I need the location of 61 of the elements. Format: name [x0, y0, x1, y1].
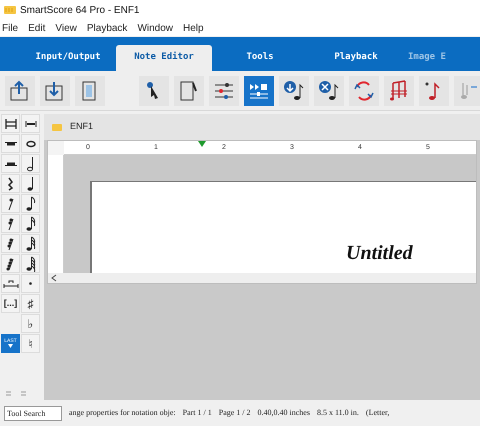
swap-arrows-icon	[352, 78, 376, 102]
palette-button[interactable]	[21, 194, 40, 213]
whole-rest-icon	[4, 142, 16, 146]
palette-button[interactable]	[1, 234, 20, 253]
note-delete-icon	[317, 78, 341, 102]
palette-button[interactable]: ♮	[21, 334, 40, 353]
menu-item[interactable]: Edit	[28, 20, 46, 36]
scroll-left-icon[interactable]	[51, 274, 57, 282]
palette-button[interactable]: [...]	[1, 294, 20, 313]
ribbon-tab[interactable]: Input/Output	[20, 45, 116, 71]
note-down-icon	[282, 78, 306, 102]
palette-button[interactable]	[21, 214, 40, 233]
status-text: Page 1 / 2	[218, 407, 251, 419]
palette-button[interactable]	[1, 254, 20, 273]
menu-item[interactable]: View	[55, 20, 77, 36]
status-text: 8.5 x 11.0 in.	[316, 407, 359, 419]
score-title: Untitled	[346, 242, 413, 264]
palette-button[interactable]	[21, 234, 40, 253]
toolbar-button[interactable]	[5, 76, 35, 106]
palette-button[interactable]	[21, 154, 40, 173]
palette-button[interactable]	[21, 174, 40, 193]
palette-button[interactable]	[1, 134, 20, 153]
app-logo-icon	[4, 6, 16, 14]
palette-button[interactable]	[21, 114, 40, 133]
document-tab[interactable]: ENF1	[70, 120, 94, 134]
ribbon-tab[interactable]: Playback	[308, 45, 404, 71]
toolbar-button[interactable]	[279, 76, 309, 106]
palette-button[interactable]: ♯	[21, 294, 40, 313]
palette-button[interactable]	[1, 214, 20, 233]
palette-button[interactable]	[21, 134, 40, 153]
palette-button[interactable]	[1, 114, 20, 133]
palette-button[interactable]	[21, 254, 40, 273]
ribbon-tab[interactable]: Note Editor	[116, 45, 212, 71]
half-rest-icon	[4, 162, 16, 166]
palette-button[interactable]: ♭	[21, 314, 40, 333]
tool-search-field[interactable]: Tool Search	[4, 406, 62, 420]
palette-button[interactable]	[1, 274, 20, 293]
palette-button[interactable]	[1, 194, 20, 213]
toolbar-button[interactable]	[174, 76, 204, 106]
folder-icon	[52, 124, 62, 130]
dot-icon	[29, 282, 32, 285]
toolbar-button[interactable]	[40, 76, 70, 106]
toolbar-button[interactable]	[209, 76, 239, 106]
ribbon-tab[interactable]: Tools	[212, 45, 308, 71]
window-title: SmartScore 64 Pro - ENF1	[20, 4, 140, 18]
grip-icon	[6, 391, 11, 396]
menu-item[interactable]: Window	[137, 20, 174, 36]
status-text: 0.40,0.40 inches	[258, 407, 310, 419]
menu-item[interactable]: Playback	[86, 20, 128, 36]
palette-button[interactable]	[1, 174, 20, 193]
menu-item[interactable]: Help	[183, 20, 204, 36]
toolbar-button[interactable]	[75, 76, 105, 106]
status-text: Part 1 / 1	[182, 407, 212, 419]
toolbar-button[interactable]	[314, 76, 344, 106]
toolbar-button[interactable]	[139, 76, 169, 106]
down-triangle-icon	[8, 344, 13, 348]
status-text: ange properties for notation obje:	[69, 407, 176, 419]
menu-item[interactable]: File	[2, 20, 18, 36]
palette-button[interactable]	[1, 154, 20, 173]
status-text: (Letter,	[366, 407, 390, 419]
grip-icon	[21, 391, 26, 396]
